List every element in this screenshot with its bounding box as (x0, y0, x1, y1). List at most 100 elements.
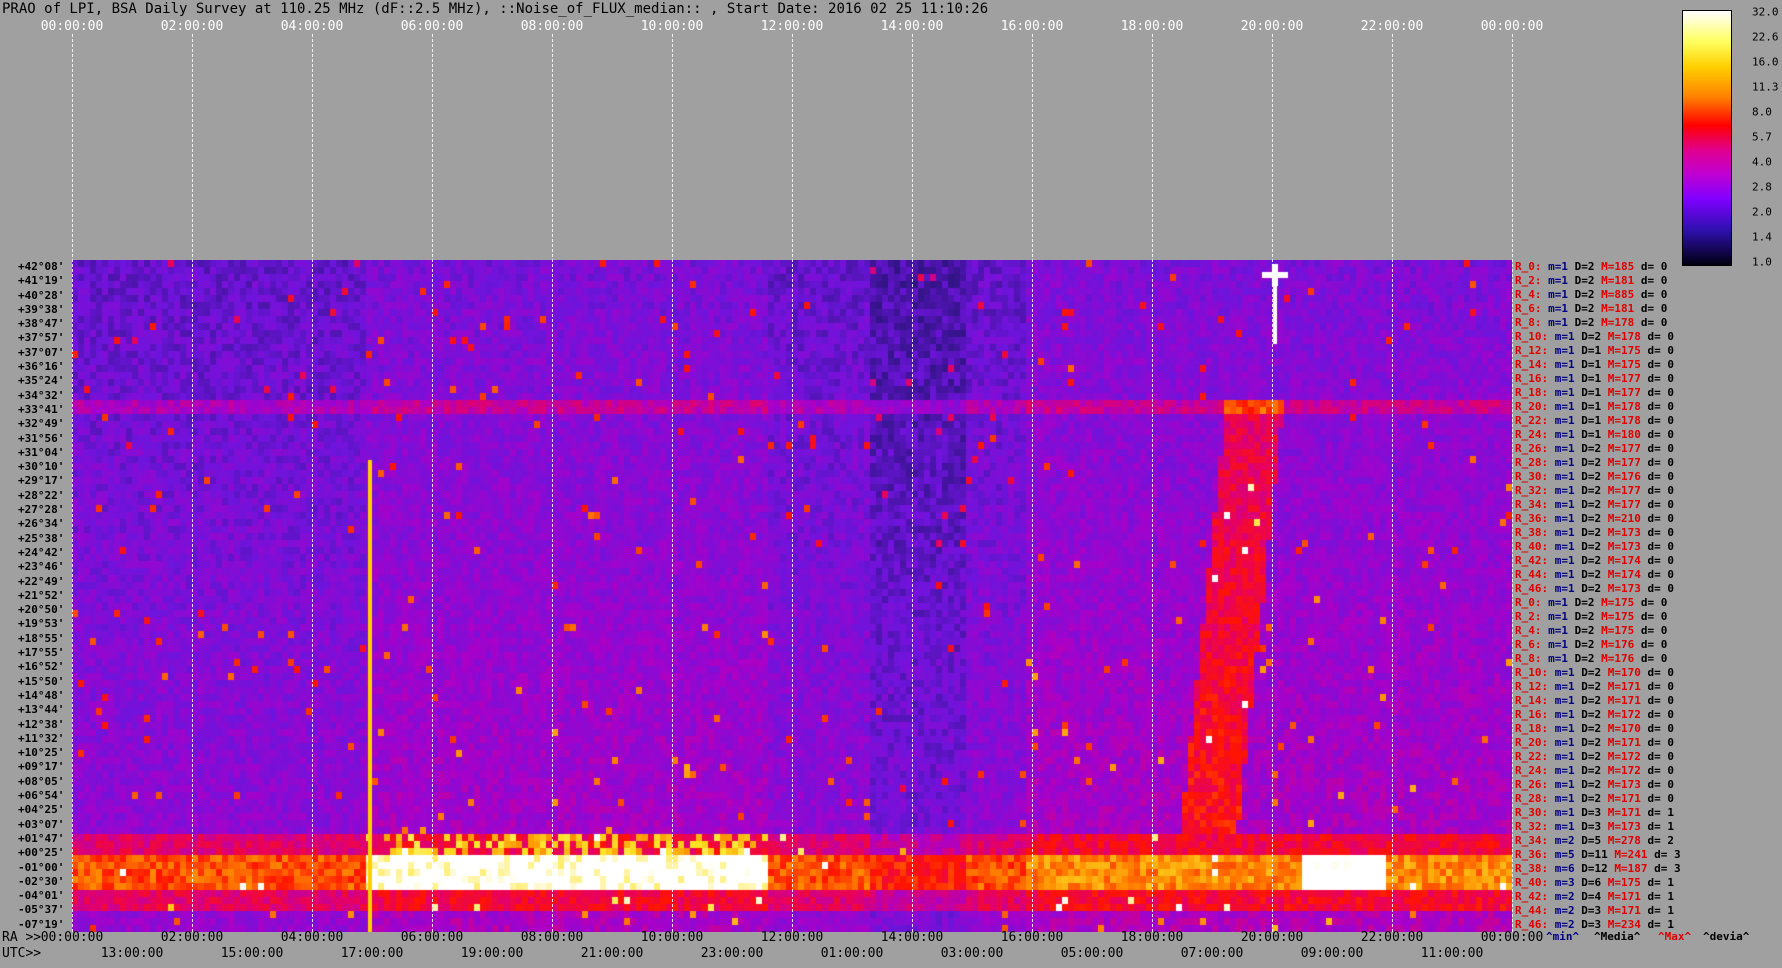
row-stat-m: m=2 (1554, 904, 1582, 917)
row-stat: R_6: m=1 D=2 M=181 d= 0 (1515, 302, 1667, 316)
row-stat: R_18: m=1 D=1 M=177 d= 0 (1515, 386, 1674, 400)
row-stat: R_24: m=1 D=2 M=172 d= 0 (1515, 764, 1674, 778)
row-stat: R_26: m=1 D=2 M=173 d= 0 (1515, 778, 1674, 792)
legend-median: ^Media^ (1594, 930, 1641, 943)
row-stat: R_0: m=1 D=2 M=185 d= 0 (1515, 260, 1667, 274)
row-stat-r: R_28: (1515, 456, 1555, 469)
row-stat-D: D=2 (1581, 680, 1608, 693)
row-stat-r: R_30: (1515, 470, 1555, 483)
row-stat: R_12: m=1 D=1 M=175 d= 0 (1515, 344, 1674, 358)
chart-title: PRAO of LPI, BSA Daily Survey at 110.25 … (2, 1, 989, 17)
colorbar-label: 32.0 (1752, 5, 1779, 19)
row-stat: R_2: m=1 D=2 M=175 d= 0 (1515, 610, 1667, 624)
row-stat-D: D=1 (1581, 414, 1608, 427)
row-stat-D: D=2 (1574, 274, 1602, 287)
row-stat-M: M=173 (1607, 582, 1648, 595)
row-stat-d: d= 0 (1640, 610, 1668, 623)
row-stat-m: m=1 (1554, 806, 1582, 819)
row-stat: R_30: m=1 D=2 M=176 d= 0 (1515, 470, 1674, 484)
row-stat-m: m=1 (1548, 288, 1575, 301)
row-stat-d: d= 0 (1647, 736, 1675, 749)
utc-tick-label: 07:00:00 (1180, 946, 1244, 961)
legend-dev: ^devia^ (1703, 930, 1750, 943)
utc-tick-label: 13:00:00 (100, 946, 164, 961)
row-stat-m: m=5 (1554, 848, 1582, 861)
grid-line (1272, 34, 1273, 932)
utc-tick-label: 05:00:00 (1060, 946, 1124, 961)
row-stat-m: m=1 (1548, 302, 1575, 315)
row-stat-M: M=178 (1607, 330, 1648, 343)
row-stat-r: R_40: (1515, 876, 1555, 889)
row-stat-r: R_6: (1515, 638, 1549, 651)
ra-tick-label: 04:00:00 (280, 930, 344, 945)
row-stat-D: D=2 (1581, 540, 1608, 553)
row-stat-D: D=2 (1574, 596, 1602, 609)
row-stat-M: M=175 (1607, 344, 1648, 357)
row-stat-d: d= 0 (1647, 666, 1675, 679)
row-stat-r: R_18: (1515, 722, 1555, 735)
row-stat-m: m=1 (1554, 792, 1582, 805)
row-stat-m: m=1 (1554, 778, 1582, 791)
grid-line (792, 34, 793, 932)
ra-tick-label: 18:00:00 (1120, 930, 1184, 945)
row-stat-M: M=171 (1607, 904, 1648, 917)
row-stat-r: R_34: (1515, 834, 1555, 847)
row-stat-m: m=1 (1554, 442, 1582, 455)
row-stat-r: R_30: (1515, 806, 1555, 819)
row-stat: R_38: m=6 D=12 M=187 d= 3 (1515, 862, 1681, 876)
row-stat-D: D=2 (1581, 456, 1608, 469)
row-stat-r: R_22: (1515, 750, 1555, 763)
utc-tick-label: 21:00:00 (580, 946, 644, 961)
row-stat-d: d= 0 (1647, 582, 1675, 595)
row-stat-r: R_22: (1515, 414, 1555, 427)
declination-label: +11°32' (18, 731, 65, 745)
declination-label: +21°52' (18, 588, 65, 602)
row-stat-D: D=2 (1581, 498, 1608, 511)
row-stat-d: d= 0 (1640, 260, 1668, 273)
ra-tick-label: 08:00:00 (520, 930, 584, 945)
row-stat-M: M=177 (1607, 498, 1648, 511)
row-stat: R_14: m=1 D=1 M=175 d= 0 (1515, 358, 1674, 372)
row-stat-r: R_16: (1515, 708, 1555, 721)
declination-label: +15°50' (18, 674, 65, 688)
row-stat-D: D=2 (1581, 736, 1608, 749)
row-stat-d: d= 1 (1647, 904, 1675, 917)
row-stat: R_42: m=2 D=4 M=171 d= 1 (1515, 890, 1674, 904)
utc-tick-label: 17:00:00 (340, 946, 404, 961)
row-stat-r: R_20: (1515, 400, 1555, 413)
row-stat-r: R_42: (1515, 890, 1555, 903)
row-stat-D: D=3 (1581, 820, 1608, 833)
row-stat-d: d= 0 (1647, 456, 1675, 469)
row-stat-M: M=178 (1607, 414, 1648, 427)
grid-line (432, 34, 433, 932)
row-stat: R_22: m=1 D=1 M=178 d= 0 (1515, 414, 1674, 428)
ra-tick-label: 00:00:00 (1480, 930, 1544, 945)
declination-label: -04°01' (18, 889, 65, 903)
row-stat-m: m=1 (1548, 610, 1575, 623)
row-stat-m: m=1 (1548, 638, 1575, 651)
declination-label: +24°42' (18, 545, 65, 559)
row-stat-d: d= 1 (1647, 890, 1675, 903)
row-stat-m: m=1 (1554, 708, 1582, 721)
row-stat-M: M=177 (1607, 386, 1648, 399)
declination-label: +23°46' (18, 560, 65, 574)
row-stat-D: D=12 (1581, 862, 1615, 875)
row-stat-D: D=2 (1574, 652, 1602, 665)
declination-label: +09°17' (18, 760, 65, 774)
row-stat-D: D=5 (1581, 834, 1608, 847)
row-stat-d: d= 0 (1647, 512, 1675, 525)
declination-label: +40°28' (18, 288, 65, 302)
ra-tick-label: 00:00:00 (40, 930, 104, 945)
row-stat-r: R_8: (1515, 652, 1549, 665)
row-stat-d: d= 0 (1647, 400, 1675, 413)
top-tick-label: 04:00:00 (280, 19, 344, 34)
row-stat: R_8: m=1 D=2 M=178 d= 0 (1515, 316, 1667, 330)
declination-label: +26°34' (18, 517, 65, 531)
row-stat-d: d= 0 (1640, 274, 1668, 287)
row-stat-M: M=173 (1607, 526, 1648, 539)
row-stat-d: d= 1 (1647, 876, 1675, 889)
row-stat-m: m=1 (1554, 414, 1582, 427)
row-stat-M: M=185 (1601, 260, 1641, 273)
colorbar-label: 11.3 (1752, 80, 1779, 94)
row-stat: R_16: m=1 D=2 M=172 d= 0 (1515, 708, 1674, 722)
